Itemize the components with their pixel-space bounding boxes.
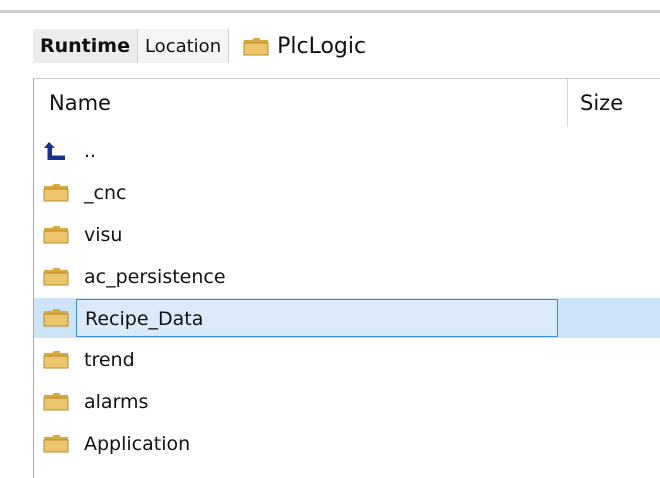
file-list-panel: Name Size .. _cnc visu ac_persistence Re… — [33, 78, 660, 478]
location-toolbar: Runtime Location PlcLogic — [33, 26, 660, 66]
tab-runtime[interactable]: Runtime — [33, 29, 138, 63]
list-item-label: .. — [84, 140, 97, 162]
list-item[interactable]: trend — [34, 340, 660, 380]
tab-location-label: Location — [144, 35, 222, 57]
list-item-selected[interactable]: Recipe_Data — [34, 298, 660, 338]
list-item-label: visu — [84, 224, 123, 246]
up-arrow-icon — [43, 140, 69, 162]
list-item[interactable]: ac_persistence — [34, 257, 660, 297]
top-divider — [0, 10, 660, 13]
folder-icon — [43, 266, 69, 288]
column-header-name[interactable]: Name — [49, 91, 111, 115]
column-divider[interactable] — [567, 79, 568, 127]
folder-icon — [43, 182, 69, 204]
list-item-label: ac_persistence — [84, 266, 226, 288]
folder-icon — [43, 391, 69, 413]
list-item-label: trend — [84, 349, 135, 371]
list-item[interactable]: Application — [34, 424, 660, 464]
list-item-parent[interactable]: .. — [34, 131, 660, 171]
list-item[interactable]: alarms — [34, 382, 660, 422]
list-header: Name Size — [34, 79, 660, 127]
list-item-label: Application — [84, 433, 191, 455]
current-path[interactable]: PlcLogic — [243, 34, 366, 59]
list-item-label: Recipe_Data — [76, 299, 558, 337]
folder-icon — [43, 224, 69, 246]
folder-icon — [43, 307, 69, 329]
tab-location[interactable]: Location — [137, 29, 230, 63]
list-item[interactable]: visu — [34, 215, 660, 255]
folder-icon — [243, 36, 269, 56]
folder-icon — [43, 433, 69, 455]
list-item[interactable]: _cnc — [34, 173, 660, 213]
column-header-size[interactable]: Size — [580, 91, 623, 115]
list-item-label: _cnc — [84, 182, 127, 204]
tab-runtime-label: Runtime — [40, 35, 130, 57]
list-item-label: alarms — [84, 391, 149, 413]
path-label: PlcLogic — [277, 33, 367, 59]
folder-icon — [43, 349, 69, 371]
